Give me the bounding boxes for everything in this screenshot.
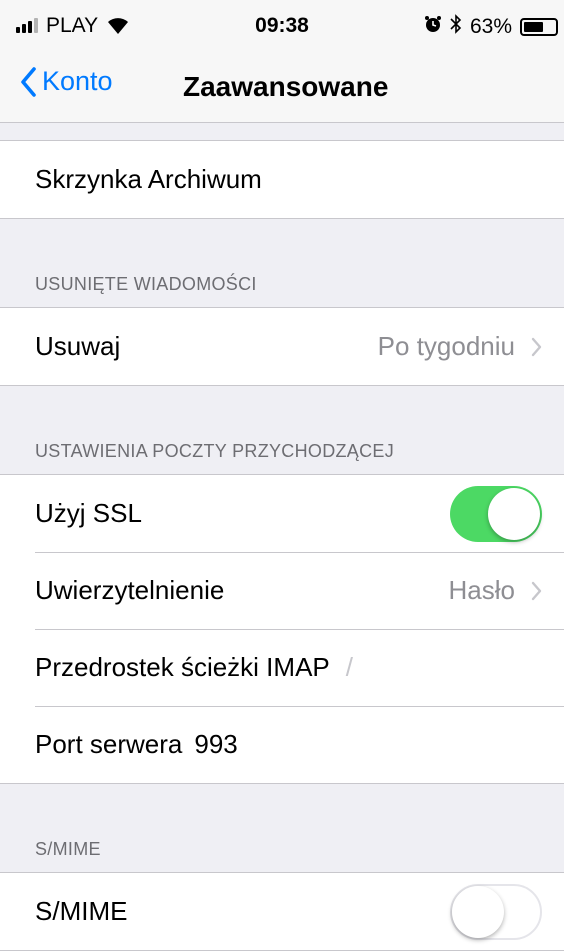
settings-content[interactable]: Skrzynka Archiwum USUNIĘTE WIADOMOŚCI Us… — [0, 123, 564, 951]
authentication-label: Uwierzytelnienie — [35, 575, 225, 605]
status-bar: PLAY 09:38 63% — [0, 0, 564, 56]
imap-path-prefix-label: Przedrostek ścieżki IMAP — [35, 652, 330, 682]
smime-header: S/MIME — [0, 784, 564, 872]
server-port-row[interactable]: Port serwera 993 — [0, 706, 564, 783]
alarm-icon — [424, 15, 442, 39]
battery-percent: 63% — [469, 15, 512, 38]
top-spacer — [0, 123, 564, 140]
battery-fill — [524, 22, 543, 32]
server-port-label: Port serwera — [35, 729, 183, 759]
remove-row[interactable]: Usuwaj Po tygodniu — [0, 308, 564, 385]
authentication-value: Hasło — [448, 575, 515, 605]
smime-row: S/MIME — [0, 873, 564, 950]
remove-value: Po tygodniu — [377, 331, 515, 361]
archive-group: Skrzynka Archiwum — [0, 140, 564, 219]
imap-path-prefix-row[interactable]: Przedrostek ścieżki IMAP / — [0, 629, 564, 706]
use-ssl-right — [450, 485, 542, 542]
use-ssl-row: Użyj SSL — [0, 475, 564, 552]
status-right: 63% — [424, 14, 558, 40]
deleted-messages-header: USUNIĘTE WIADOMOŚCI — [0, 219, 564, 307]
remove-label: Usuwaj — [35, 331, 121, 361]
back-button[interactable]: Konto — [20, 66, 113, 97]
authentication-value-wrap: Hasło — [449, 575, 542, 606]
authentication-row[interactable]: Uwierzytelnienie Hasło — [0, 552, 564, 629]
chevron-right-icon — [531, 581, 542, 601]
remove-value-wrap: Po tygodniu — [378, 331, 542, 362]
battery-icon — [520, 18, 558, 36]
incoming-settings-header: USTAWIENIA POCZTY PRZYCHODZĄCEJ — [0, 386, 564, 474]
smime-header-text: S/MIME — [35, 839, 101, 859]
deleted-messages-header-text: USUNIĘTE WIADOMOŚCI — [35, 274, 257, 294]
bluetooth-icon — [450, 14, 462, 40]
back-label: Konto — [42, 66, 113, 96]
deleted-messages-group: Usuwaj Po tygodniu — [0, 307, 564, 386]
chevron-left-icon — [20, 66, 36, 97]
chevron-right-icon — [531, 337, 542, 357]
archive-mailbox-row[interactable]: Skrzynka Archiwum — [0, 141, 564, 218]
smime-label: S/MIME — [35, 896, 128, 926]
incoming-settings-header-text: USTAWIENIA POCZTY PRZYCHODZĄCEJ — [35, 441, 394, 461]
smime-right — [450, 883, 542, 940]
imap-path-prefix-field[interactable]: / — [346, 652, 353, 683]
use-ssl-label: Użyj SSL — [35, 498, 142, 528]
incoming-settings-group: Użyj SSL Uwierzytelnienie Hasło Przedros… — [0, 474, 564, 784]
use-ssl-toggle[interactable] — [450, 485, 542, 542]
toggle-knob — [488, 487, 540, 540]
toggle-knob — [452, 885, 504, 938]
smime-toggle[interactable] — [450, 883, 542, 940]
page-title: Zaawansowane — [183, 71, 389, 102]
archive-mailbox-label: Skrzynka Archiwum — [35, 164, 262, 194]
smime-group: S/MIME — [0, 872, 564, 951]
server-port-field[interactable]: 993 — [194, 729, 237, 760]
navigation-bar: Konto Zaawansowane — [0, 56, 564, 123]
